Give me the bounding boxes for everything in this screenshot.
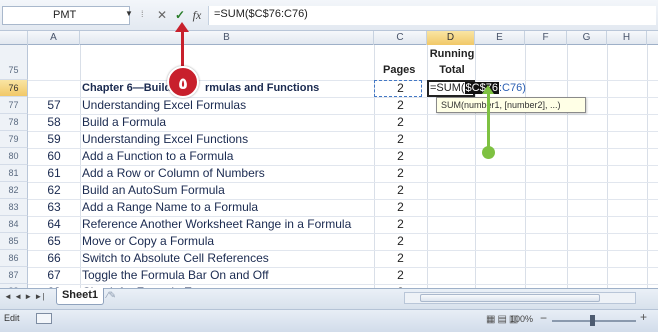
horizontal-scroll-thumb[interactable] (420, 294, 600, 302)
cell-edit-text[interactable]: =SUM($C$76:C76) (430, 81, 526, 96)
chapter-number-cell[interactable]: 66 (28, 250, 80, 267)
topic-title-cell[interactable]: Build an AutoSum Formula (82, 182, 372, 199)
topic-title-cell[interactable]: Move or Copy a Formula (82, 233, 372, 250)
row-header[interactable]: 82 (0, 182, 28, 199)
topic-title-cell[interactable]: Reference Another Worksheet Range in a F… (82, 216, 372, 233)
edit-suffix: :C76) (498, 82, 526, 94)
callout-line (181, 28, 184, 66)
macro-record-icon[interactable] (36, 313, 52, 324)
running-total-header-line1: Running (429, 48, 475, 60)
chapter-title-rest: rmulas and Functions (205, 82, 320, 94)
column-header-c[interactable]: C (374, 31, 427, 45)
pointer-arrow-icon (482, 85, 494, 94)
pages-cell[interactable]: 2 (374, 199, 427, 216)
status-mode: Edit (4, 313, 20, 323)
chapter-number-cell[interactable]: 60 (28, 148, 80, 165)
pages-cell[interactable]: 2 (374, 114, 427, 131)
pages-cell[interactable]: 2 (374, 182, 427, 199)
sheet-tab-sheet1[interactable]: Sheet1 (56, 288, 104, 305)
column-header-g[interactable]: G (567, 31, 607, 45)
select-all-corner[interactable] (0, 31, 28, 45)
row-header[interactable]: 87 (0, 267, 28, 284)
step-badge: ٥ (167, 66, 199, 98)
pointer-line (487, 93, 490, 149)
chapter-number-cell[interactable]: 64 (28, 216, 80, 233)
pages-cell[interactable]: 2 (374, 97, 427, 114)
column-header-e[interactable]: E (475, 31, 525, 45)
topic-title-cell[interactable]: Build a Formula (82, 114, 372, 131)
pointer-dot-icon (482, 146, 495, 159)
zoom-level[interactable]: 100% (510, 314, 533, 324)
pages-cell[interactable]: 2 (374, 216, 427, 233)
row-header[interactable]: 83 (0, 199, 28, 216)
row-header-75[interactable]: 75 (0, 45, 28, 80)
insert-sheet-icon[interactable]: ⁄✎ (107, 290, 129, 303)
callout-arrow-icon (175, 22, 189, 32)
gridline (567, 45, 568, 288)
insert-function-button[interactable]: fx (190, 8, 204, 22)
chapter-number-cell[interactable]: 59 (28, 131, 80, 148)
zoom-in-button[interactable]: + (640, 310, 647, 324)
column-header-f[interactable]: F (525, 31, 567, 45)
row-header[interactable]: 80 (0, 148, 28, 165)
edit-prefix: =SUM( (430, 82, 465, 94)
gridline (647, 45, 648, 288)
topic-title-cell[interactable]: Add a Function to a Formula (82, 148, 372, 165)
topic-title-cell[interactable]: Understanding Excel Formulas (82, 97, 372, 114)
column-header-d[interactable]: D (427, 31, 475, 45)
row-header[interactable]: 86 (0, 250, 28, 267)
chapter-number-cell[interactable]: 63 (28, 199, 80, 216)
function-tooltip: SUM(number1, [number2], ...) (436, 97, 586, 113)
column-header-a[interactable]: A (28, 31, 80, 45)
sheet-nav-icons[interactable]: ◄ ◄ ► ►| (4, 292, 44, 301)
row-header[interactable]: 81 (0, 165, 28, 182)
pages-cell[interactable]: 2 (374, 131, 427, 148)
chapter-number-cell[interactable]: 67 (28, 267, 80, 284)
pages-header: Pages (383, 64, 416, 76)
cancel-button[interactable]: ✕ (155, 8, 169, 22)
gridline (80, 45, 81, 288)
column-header-h[interactable]: H (607, 31, 647, 45)
name-box[interactable]: PMT (2, 6, 130, 25)
topic-title-cell[interactable]: Understanding Excel Functions (82, 131, 372, 148)
pages-cell[interactable]: 2 (374, 165, 427, 182)
row-header-76[interactable]: 76 (0, 80, 28, 97)
zoom-out-button[interactable]: − (540, 311, 547, 325)
zoom-slider-thumb[interactable] (590, 315, 595, 326)
topic-title-cell[interactable]: Toggle the Formula Bar On and Off (82, 267, 372, 284)
column-header-bar: A B C D E F G H (0, 31, 658, 45)
pages-cell[interactable]: 2 (374, 267, 427, 284)
topic-title-cell[interactable]: Switch to Absolute Cell References (82, 250, 372, 267)
topic-title-cell[interactable]: Add a Range Name to a Formula (82, 199, 372, 216)
pages-cell[interactable]: 2 (374, 148, 427, 165)
column-header-b[interactable]: B (80, 31, 374, 45)
topic-title-cell[interactable]: Add a Row or Column of Numbers (82, 165, 372, 182)
row-header[interactable]: 78 (0, 114, 28, 131)
row-header[interactable]: 84 (0, 216, 28, 233)
enter-button[interactable]: ✓ (173, 8, 187, 22)
chapter-number-cell[interactable]: 61 (28, 165, 80, 182)
pages-cell-c76[interactable]: 2 (374, 80, 427, 97)
name-box-dropdown-icon[interactable]: ▼ (125, 9, 133, 18)
pages-cell[interactable]: 2 (374, 233, 427, 250)
formula-input[interactable]: =SUM($C$76:C76) (208, 6, 656, 25)
running-total-header-line2: Total (439, 64, 465, 76)
chapter-number-cell[interactable]: 58 (28, 114, 80, 131)
chapter-number-cell[interactable]: 62 (28, 182, 80, 199)
chapter-number-cell[interactable]: 57 (28, 97, 80, 114)
row-header[interactable]: 77 (0, 97, 28, 114)
formula-bar-grip-icon: ⁞ (141, 9, 143, 19)
gridline (607, 45, 608, 288)
chapter-title-cell[interactable]: Chapter 6—Build (82, 80, 171, 97)
row-header[interactable]: 85 (0, 233, 28, 250)
row-header[interactable]: 79 (0, 131, 28, 148)
pages-cell[interactable]: 2 (374, 250, 427, 267)
chapter-number-cell[interactable]: 65 (28, 233, 80, 250)
